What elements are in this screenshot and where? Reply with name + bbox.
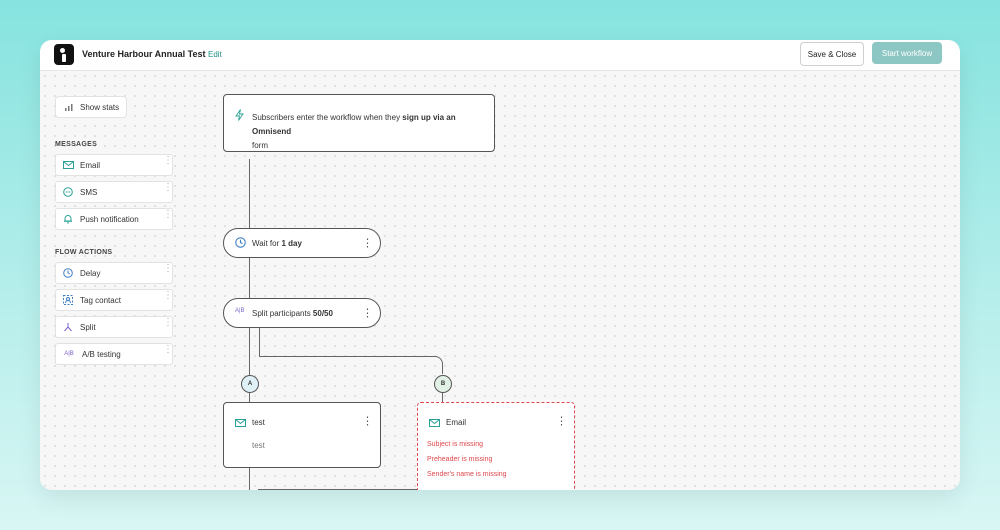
- wait-text: Wait for: [252, 239, 282, 248]
- flow-actions-heading: FLOW ACTIONS: [55, 249, 113, 256]
- wait-label: Wait for 1 day: [252, 239, 302, 248]
- error-message: Sender's name is missing: [427, 471, 507, 478]
- envelope-icon: [62, 159, 74, 171]
- ab-icon: A|B: [64, 351, 74, 357]
- split-node[interactable]: A|B Split participants 50/50 ⋮: [223, 298, 381, 328]
- show-stats-button[interactable]: Show stats: [55, 96, 127, 118]
- omnisend-logo-icon: [54, 44, 74, 65]
- drag-handle-icon[interactable]: [163, 159, 167, 170]
- node-menu-icon[interactable]: ⋮: [362, 237, 373, 250]
- branch-b-badge: B: [434, 375, 452, 393]
- node-menu-icon[interactable]: ⋮: [362, 307, 373, 320]
- connector-line: [249, 159, 250, 229]
- show-stats-label: Show stats: [80, 102, 120, 112]
- tag-icon: [62, 294, 74, 306]
- sidebar-item-label: Push notification: [80, 214, 139, 224]
- workflow-title: Venture Harbour Annual Test: [82, 49, 206, 59]
- sms-icon: [62, 186, 74, 198]
- sidebar-item-sms[interactable]: SMS: [55, 181, 173, 203]
- sidebar-item-push-notification[interactable]: Push notification: [55, 208, 173, 230]
- trigger-text: Subscribers enter the workflow when they: [252, 113, 403, 122]
- connector-line: [249, 467, 250, 490]
- trigger-description: Subscribers enter the workflow when they…: [252, 111, 492, 153]
- bell-icon: [62, 213, 74, 225]
- envelope-icon: [429, 419, 440, 429]
- split-icon: [62, 321, 74, 333]
- clock-icon: [235, 237, 246, 250]
- branch-a-badge: A: [241, 375, 259, 393]
- bar-chart-icon: [64, 102, 74, 112]
- split-text: Split participants: [252, 309, 313, 318]
- email-node-b[interactable]: Email ⋮ Subject is missing Preheader is …: [417, 402, 575, 490]
- drag-handle-icon[interactable]: [163, 186, 167, 197]
- trigger-text-suffix: form: [252, 141, 268, 150]
- drag-handle-icon[interactable]: [163, 321, 167, 332]
- error-message: Subject is missing: [427, 441, 484, 448]
- lightning-icon: [235, 109, 244, 123]
- drag-handle-icon[interactable]: [163, 267, 167, 278]
- workflow-editor-window: Venture Harbour Annual Test Edit Save & …: [40, 40, 960, 490]
- drag-handle-icon[interactable]: [163, 294, 167, 305]
- email-node-a[interactable]: test test ⋮: [223, 402, 381, 468]
- sidebar-item-label: Email: [80, 160, 101, 170]
- sidebar-item-label: Delay: [80, 268, 101, 278]
- connector-line: [259, 327, 260, 357]
- node-b-title: Email: [446, 418, 467, 427]
- trigger-node[interactable]: Subscribers enter the workflow when they…: [223, 94, 495, 152]
- sidebar-item-email[interactable]: Email: [55, 154, 173, 176]
- workflow-canvas[interactable]: Show stats MESSAGES Email SMS Push notif…: [40, 71, 960, 490]
- connector-line: [249, 257, 250, 299]
- node-menu-icon[interactable]: ⋮: [556, 415, 567, 428]
- drag-handle-icon[interactable]: [163, 348, 167, 359]
- sidebar-item-label: SMS: [80, 187, 98, 197]
- messages-heading: MESSAGES: [55, 141, 98, 148]
- drag-handle-icon[interactable]: [163, 213, 167, 224]
- edit-title-link[interactable]: Edit: [208, 50, 222, 59]
- top-bar: Venture Harbour Annual Test Edit Save & …: [40, 40, 960, 71]
- sidebar-item-label: Tag contact: [80, 295, 121, 305]
- split-ratio: 50/50: [312, 309, 333, 318]
- sidebar-item-split[interactable]: Split: [55, 316, 173, 338]
- start-workflow-button[interactable]: Start workflow: [872, 42, 942, 64]
- sidebar-item-label: Split: [80, 322, 96, 332]
- ab-icon: A|B: [235, 308, 245, 314]
- sidebar-item-delay[interactable]: Delay: [55, 262, 173, 284]
- wait-node[interactable]: Wait for 1 day ⋮: [223, 228, 381, 258]
- connector-line: [249, 327, 250, 375]
- sidebar-item-ab-testing[interactable]: A|B A/B testing: [55, 343, 173, 365]
- envelope-icon: [235, 419, 246, 429]
- sidebar-item-label: A/B testing: [82, 349, 121, 359]
- node-menu-icon[interactable]: ⋮: [362, 415, 373, 428]
- connector-line: [258, 489, 434, 490]
- node-a-title: test: [252, 418, 265, 427]
- connector-line: [259, 356, 433, 357]
- split-label: Split participants 50/50: [252, 309, 333, 318]
- connector-curve: [433, 356, 443, 366]
- clock-icon: [62, 267, 74, 279]
- wait-duration: 1 day: [281, 239, 302, 248]
- sidebar-item-tag-contact[interactable]: Tag contact: [55, 289, 173, 311]
- node-a-subtitle: test: [252, 441, 265, 450]
- error-message: Preheader is missing: [427, 456, 493, 463]
- save-close-button[interactable]: Save & Close: [800, 42, 864, 66]
